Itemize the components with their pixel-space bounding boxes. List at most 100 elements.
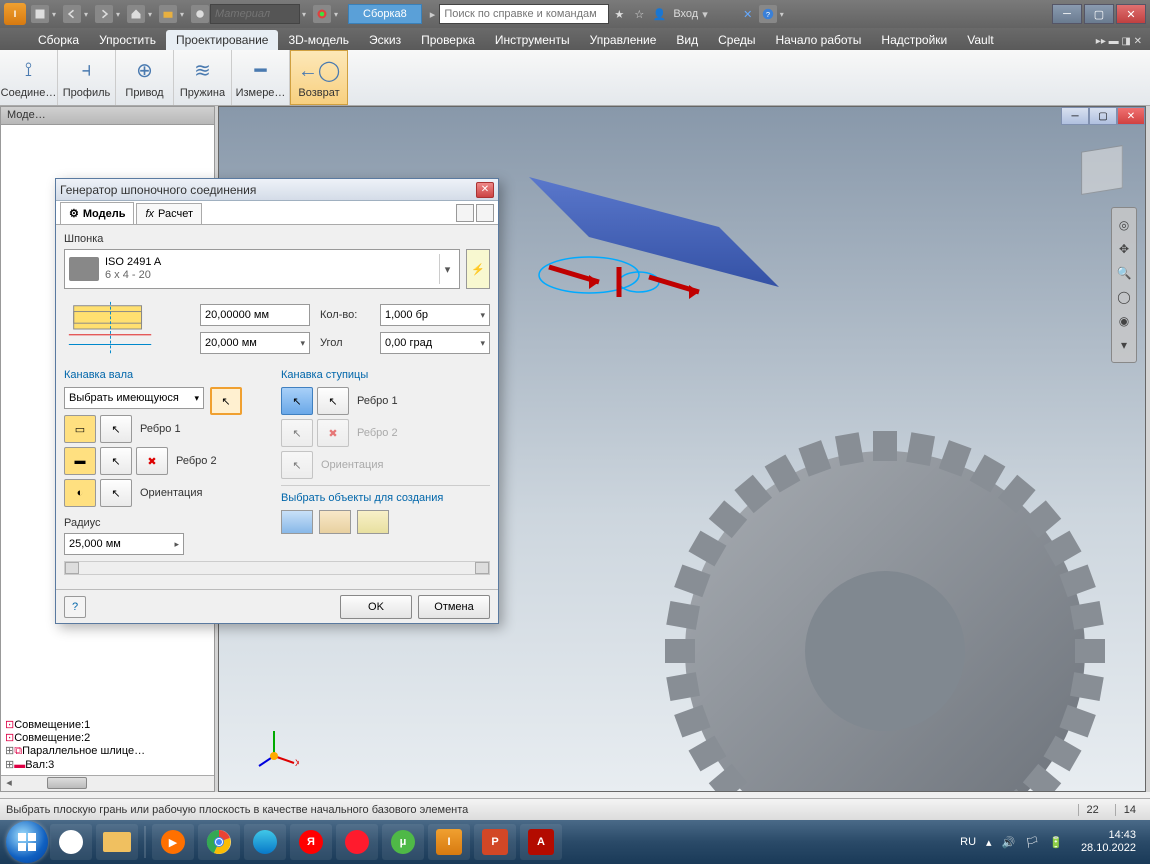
taskbar-powerpoint-icon[interactable]: P bbox=[474, 824, 516, 860]
ok-button[interactable]: OK bbox=[340, 595, 412, 619]
cancel-button[interactable]: Отмена bbox=[418, 595, 490, 619]
ribbon-cmd-profile[interactable]: ⫞Профиль bbox=[58, 50, 116, 105]
ribbon-tab-6[interactable]: Инструменты bbox=[485, 30, 580, 50]
pan-icon[interactable]: ✥ bbox=[1113, 238, 1135, 260]
tree-node[interactable]: ⊞⧉Параллельное шлице… bbox=[5, 744, 210, 758]
view-cube[interactable] bbox=[1081, 145, 1123, 195]
ribbon-tab-10[interactable]: Начало работы bbox=[766, 30, 872, 50]
create-obj1-button[interactable] bbox=[281, 510, 313, 534]
shaft-select-dropdown[interactable]: Выбрать имеющуюся▾ bbox=[64, 387, 204, 409]
qat-undo-icon[interactable] bbox=[63, 5, 81, 23]
ribbon-tab-5[interactable]: Проверка bbox=[411, 30, 485, 50]
pick-orient-button[interactable]: ↖ bbox=[100, 479, 132, 507]
dialog-scrollbar[interactable] bbox=[64, 561, 490, 575]
ribbon-cmd-return[interactable]: ←◯Возврат bbox=[290, 50, 348, 105]
minimize-button[interactable]: ─ bbox=[1052, 4, 1082, 24]
dialog-titlebar[interactable]: Генератор шпоночного соединения ✕ bbox=[56, 179, 498, 201]
length-field[interactable]: 20,00000 мм bbox=[200, 304, 310, 326]
create-obj2-button[interactable] bbox=[319, 510, 351, 534]
ribbon-cmd-driver[interactable]: ⊕Привод bbox=[116, 50, 174, 105]
taskbar-yandex-icon[interactable]: Я bbox=[290, 824, 332, 860]
taskbar-opera-icon[interactable] bbox=[336, 824, 378, 860]
scroll-left-icon[interactable] bbox=[65, 562, 79, 574]
dialog-tab-model[interactable]: ⚙ Модель bbox=[60, 202, 134, 224]
appearance-dropdown-icon[interactable]: ▾ bbox=[334, 10, 342, 19]
tray-network-icon[interactable]: 🔊 bbox=[1002, 836, 1016, 849]
appearance-icon[interactable] bbox=[313, 5, 331, 23]
taskbar-utorrent-icon[interactable]: μ bbox=[382, 824, 424, 860]
hub-pick-edge1-button[interactable]: ↖ bbox=[317, 387, 349, 415]
qat-dropdown-icon[interactable]: ▾ bbox=[180, 10, 188, 19]
dropdown-icon[interactable]: ▾ bbox=[480, 338, 485, 349]
tree-node[interactable]: ⊡Совмещение:1 bbox=[5, 718, 210, 731]
tray-clock[interactable]: 14:43 28.10.2022 bbox=[1073, 829, 1144, 855]
shaft-profile2-button[interactable]: ▬ bbox=[64, 447, 96, 475]
close-button[interactable]: ✕ bbox=[1116, 4, 1146, 24]
taskbar-edge-icon[interactable] bbox=[244, 824, 286, 860]
dialog-help-button[interactable]: ? bbox=[64, 596, 86, 618]
ribbon-tab-12[interactable]: Vault bbox=[957, 30, 1003, 50]
dialog-close-button[interactable]: ✕ bbox=[476, 182, 494, 198]
material-field[interactable] bbox=[210, 4, 300, 24]
orbit-icon[interactable]: ◯ bbox=[1113, 286, 1135, 308]
dialog-tab-calc[interactable]: fx Расчет bbox=[136, 203, 202, 224]
ribbon-expand-icon[interactable]: ▸▸ ▬ ◨ ✕ bbox=[1088, 33, 1150, 50]
signin-link[interactable]: Вход bbox=[669, 8, 702, 20]
tray-flag-icon[interactable]: 🏳 bbox=[1025, 836, 1039, 849]
qat-dropdown-icon[interactable]: ▾ bbox=[148, 10, 156, 19]
dropdown-icon[interactable]: ▾ bbox=[439, 254, 455, 284]
lightning-button[interactable]: ⚡ bbox=[466, 249, 490, 289]
shaft-profile3-button[interactable]: ◐ bbox=[64, 479, 96, 507]
tray-lang[interactable]: RU bbox=[960, 836, 976, 848]
ribbon-tab-2[interactable]: Проектирование bbox=[166, 30, 279, 50]
delete-edge2-button[interactable]: ✖ bbox=[136, 447, 168, 475]
qat-dropdown-icon[interactable]: ▾ bbox=[52, 10, 60, 19]
maximize-button[interactable]: ▢ bbox=[1084, 4, 1114, 24]
tray-battery-icon[interactable]: 🔋 bbox=[1049, 836, 1063, 849]
length-dropdown[interactable]: 20,000 мм▾ bbox=[200, 332, 310, 354]
create-obj3-button[interactable] bbox=[357, 510, 389, 534]
link-icon[interactable]: ✕ bbox=[739, 5, 757, 23]
ribbon-tab-8[interactable]: Вид bbox=[666, 30, 708, 50]
help-icon[interactable]: ? bbox=[759, 5, 777, 23]
qat-dropdown-icon[interactable]: ▾ bbox=[116, 10, 124, 19]
viewport-minimize-button[interactable]: ─ bbox=[1061, 107, 1089, 125]
ribbon-tab-3[interactable]: 3D-модель bbox=[278, 30, 359, 50]
dropdown-icon[interactable]: ▾ bbox=[194, 393, 199, 404]
steering-wheel-icon[interactable]: ◎ bbox=[1113, 214, 1135, 236]
star-icon[interactable]: ☆ bbox=[630, 5, 648, 23]
taskbar-browser-icon[interactable] bbox=[50, 824, 92, 860]
radius-field[interactable]: 25,000 мм▸ bbox=[64, 533, 184, 555]
qat-open-icon[interactable] bbox=[159, 5, 177, 23]
material-dropdown-icon[interactable]: ▾ bbox=[302, 10, 310, 19]
scroll-left-icon[interactable]: ◂ bbox=[1, 776, 17, 791]
ribbon-cmd-measure[interactable]: ━Измере… bbox=[232, 50, 290, 105]
dialog-option2-button[interactable] bbox=[476, 204, 494, 222]
help-dropdown-icon[interactable]: ▾ bbox=[780, 10, 788, 19]
browser-tab[interactable]: Моде… bbox=[1, 107, 214, 125]
pick-edge1-button[interactable]: ↖ bbox=[100, 415, 132, 443]
ribbon-tab-0[interactable]: Сборка bbox=[28, 30, 89, 50]
qty-field[interactable]: 1,000 бр▾ bbox=[380, 304, 490, 326]
ribbon-tab-7[interactable]: Управление bbox=[580, 30, 667, 50]
dropdown-icon[interactable]: ▾ bbox=[702, 8, 708, 21]
ribbon-tab-1[interactable]: Упростить bbox=[89, 30, 166, 50]
ribbon-cmd-spring[interactable]: ≋Пружина bbox=[174, 50, 232, 105]
hub-pick1-button[interactable]: ↖ bbox=[281, 387, 313, 415]
scroll-thumb[interactable] bbox=[47, 777, 87, 789]
tray-arrow-icon[interactable]: ▴ bbox=[986, 836, 992, 849]
viewport-maximize-button[interactable]: ▢ bbox=[1089, 107, 1117, 125]
ribbon-tab-11[interactable]: Надстройки bbox=[871, 30, 957, 50]
angle-field[interactable]: 0,00 град▾ bbox=[380, 332, 490, 354]
start-button[interactable] bbox=[6, 821, 48, 863]
star-icon[interactable]: ★ bbox=[610, 5, 628, 23]
pick-edge2-button[interactable]: ↖ bbox=[100, 447, 132, 475]
tree-node[interactable]: ⊞▬Вал:3 bbox=[5, 758, 210, 771]
taskbar-explorer-icon[interactable] bbox=[96, 824, 138, 860]
key-standard-select[interactable]: ISO 2491 A 6 x 4 - 20 ▾ bbox=[64, 249, 460, 289]
taskbar-chrome-icon[interactable] bbox=[198, 824, 240, 860]
tree-node[interactable]: ⊡Совмещение:2 bbox=[5, 731, 210, 744]
qat-dropdown-icon[interactable]: ▾ bbox=[84, 10, 92, 19]
dropdown-icon[interactable]: ▾ bbox=[480, 310, 485, 321]
taskbar-inventor-icon[interactable]: I bbox=[428, 824, 470, 860]
